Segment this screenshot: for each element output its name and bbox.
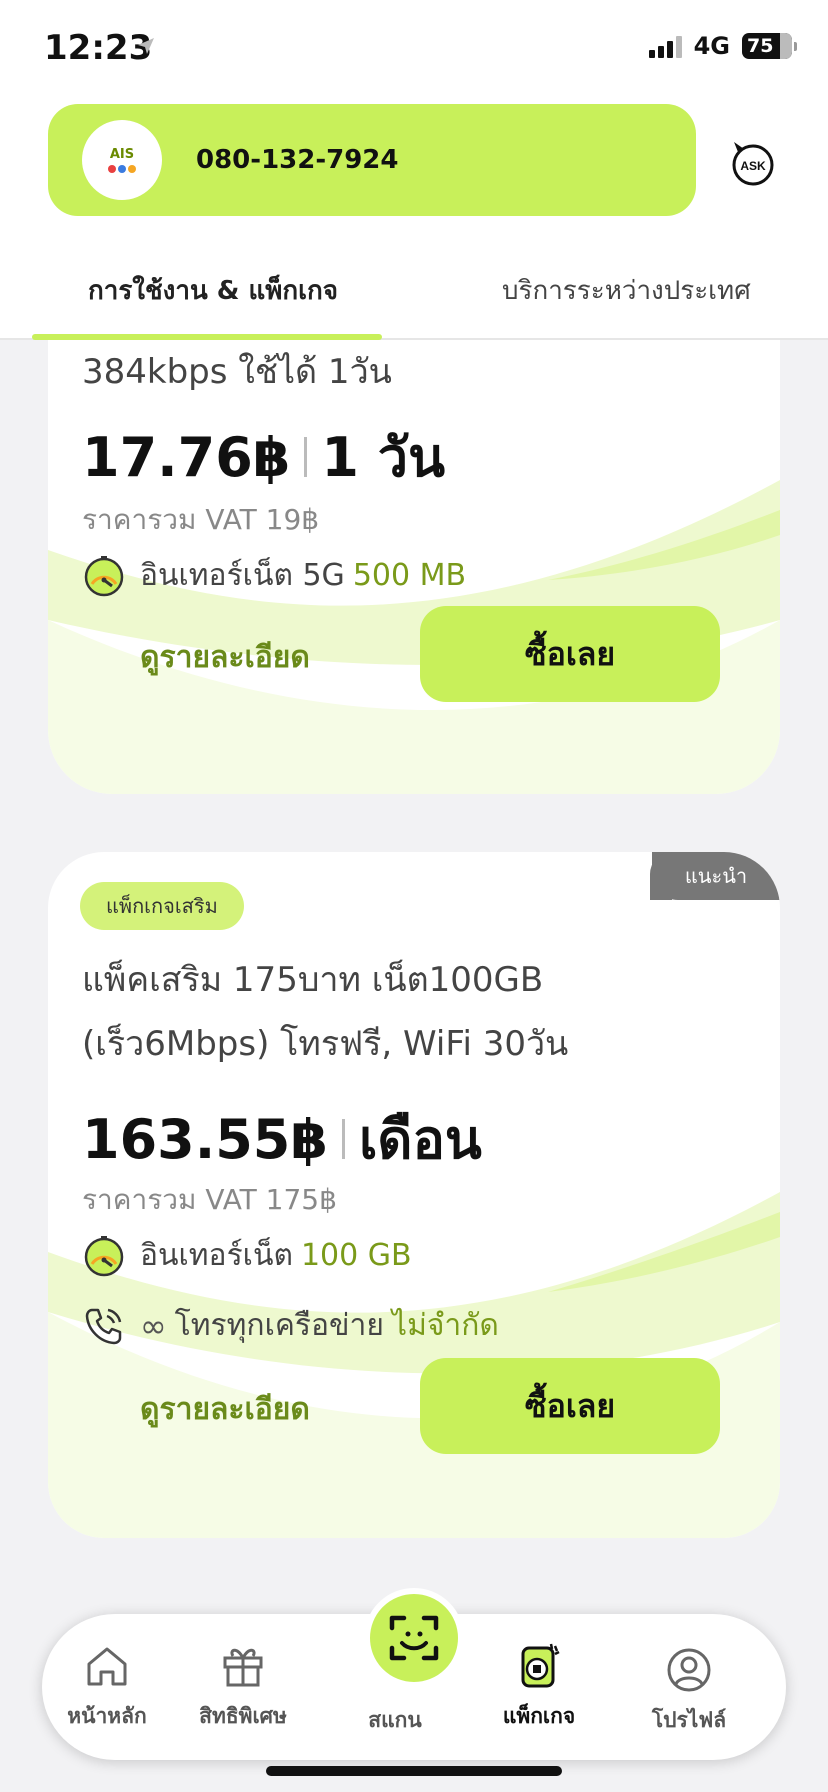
nav-label: สแกน [368, 1708, 422, 1732]
phone-call-icon [85, 1308, 122, 1344]
package-title-line-2: (เร็ว6Mbps) โทรฟรี, WiFi 30วัน [82, 1024, 569, 1064]
tab-usage-package[interactable]: การใช้งาน & แพ็กเกจ [88, 270, 338, 311]
feature-label: อินเทอร์เน็ต [140, 1238, 293, 1273]
package-list[interactable]: 384kbps ใช้ได้ 1วัน 17.76฿ 1 วัน ราคารวม… [0, 340, 828, 1792]
recommended-label: แนะนำ [684, 864, 748, 888]
nav-label: หน้าหลัก [67, 1704, 147, 1728]
scan-icon [389, 1615, 439, 1661]
nav-privilege[interactable]: สิทธิพิเศษ [178, 1642, 308, 1733]
nav-package[interactable]: แพ็กเกจ [474, 1642, 604, 1733]
nav-label: แพ็กเกจ [502, 1704, 576, 1728]
nav-home[interactable]: หน้าหลัก [42, 1642, 172, 1733]
feature-calls: ∞ โทรทุกเครือข่าย ไม่จำกัด [82, 1302, 499, 1349]
package-period: เดือน [358, 1108, 482, 1171]
nav-profile[interactable]: โปรไฟล์ [624, 1646, 754, 1737]
account-number-card[interactable]: AIS 080-132-7924 [48, 104, 696, 216]
network-type: 4G [693, 32, 730, 60]
sim-package-icon [521, 1643, 560, 1688]
feature-value: 500 MB [352, 558, 467, 593]
scan-button[interactable] [364, 1588, 464, 1688]
header: AIS 080-132-7924 ASK การใช้งาน & แพ็กเกจ… [0, 100, 828, 340]
vat-price: ราคารวม VAT 175฿ [82, 1183, 337, 1216]
buy-now-button[interactable]: ซื้อเลย [420, 606, 720, 702]
tab-bar: การใช้งาน & แพ็กเกจ บริการระหว่างประเทศ [0, 240, 828, 340]
price-divider [304, 437, 308, 477]
location-arrow-icon [138, 38, 154, 54]
ais-logo-text: AIS [109, 146, 135, 162]
vat-price: ราคารวม VAT 19฿ [82, 503, 320, 536]
feature-value: ไม่จำกัด [391, 1308, 499, 1343]
buy-now-button[interactable]: ซื้อเลย [420, 1358, 720, 1454]
speed-gauge-icon [84, 1235, 124, 1276]
signal-strength-icon [648, 34, 682, 58]
tab-international-service[interactable]: บริการระหว่างประเทศ [502, 270, 751, 311]
feature-internet: อินเทอร์เน็ต 5G 500 MB [82, 552, 466, 599]
phone-number: 080-132-7924 [196, 145, 399, 175]
package-card: 384kbps ใช้ได้ 1วัน 17.76฿ 1 วัน ราคารวม… [48, 340, 780, 794]
status-bar: 12:23 4G 75 [0, 0, 828, 100]
profile-icon [667, 1648, 711, 1692]
nav-scan[interactable]: สแกน [330, 1694, 460, 1737]
battery-icon: 75 [742, 33, 797, 59]
nav-label: โปรไฟล์ [651, 1708, 727, 1732]
price-row: 163.55฿ เดือน [82, 1096, 482, 1182]
package-price: 17.76฿ [82, 425, 291, 489]
package-price: 163.55฿ [82, 1107, 328, 1171]
package-card: แนะนำ แพ็กเกจเสริม แพ็คเสริม 175บาท เน็ต… [48, 852, 780, 1538]
view-details-link[interactable]: ดูรายละเอียด [140, 634, 310, 681]
price-row: 17.76฿ 1 วัน [82, 414, 445, 500]
recommended-ribbon: แนะนำ [650, 852, 780, 900]
home-indicator [266, 1766, 562, 1776]
feature-label: อินเทอร์เน็ต 5G [140, 558, 345, 593]
unlimited-symbol: ∞ [140, 1306, 167, 1345]
package-title-line-1: แพ็คเสริม 175บาท เน็ต100GB [82, 960, 544, 1000]
feature-label: โทรทุกเครือข่าย [174, 1308, 384, 1343]
gift-icon [223, 1648, 263, 1687]
package-period: 1 วัน [321, 426, 445, 489]
ask-label: ASK [740, 159, 766, 173]
view-details-link[interactable]: ดูรายละเอียด [140, 1386, 310, 1433]
speed-gauge-icon [84, 555, 124, 596]
nav-label: สิทธิพิเศษ [199, 1704, 287, 1728]
ais-logo: AIS [82, 120, 162, 200]
feature-internet: อินเทอร์เน็ต 100 GB [82, 1232, 412, 1279]
status-indicators: 4G 75 [648, 32, 797, 60]
addon-package-badge: แพ็กเกจเสริม [80, 882, 244, 930]
ask-assistant-icon[interactable]: ASK [728, 138, 778, 188]
price-divider [341, 1119, 345, 1159]
feature-value: 100 GB [300, 1238, 412, 1273]
package-title: 384kbps ใช้ได้ 1วัน [82, 352, 392, 392]
battery-level: 75 [747, 35, 774, 57]
home-icon [87, 1647, 127, 1686]
